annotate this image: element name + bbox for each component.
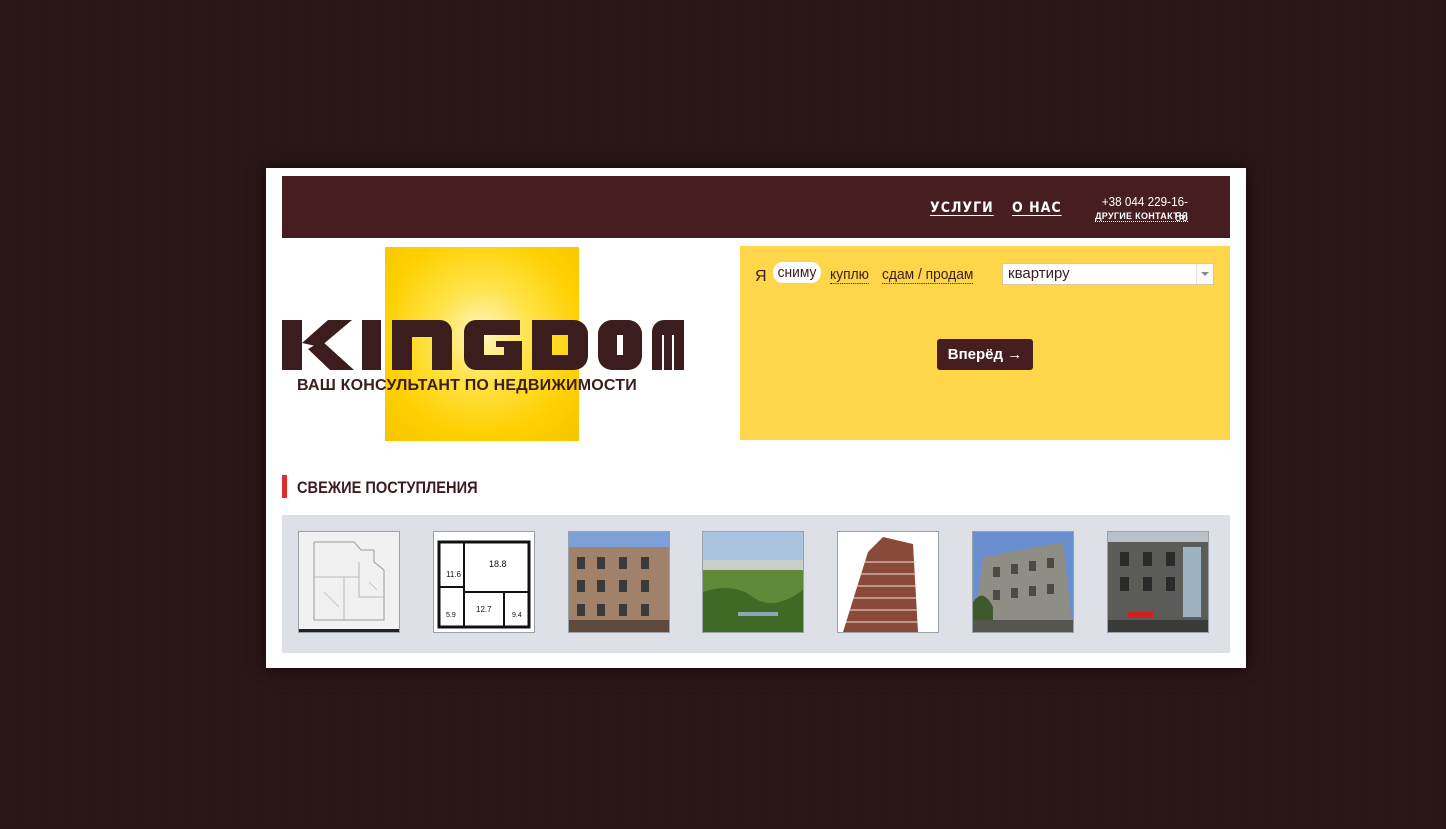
header-bar: УСЛУГИ О НАС +38 044 229-16-86 ДРУГИЕ КО… (282, 176, 1230, 238)
option-rent-label: сниму (777, 264, 817, 281)
listing-thumb-5[interactable] (837, 531, 939, 633)
option-rent[interactable]: сниму (773, 262, 821, 283)
listing-thumb-3[interactable] (568, 531, 670, 633)
listing-thumb-6[interactable] (972, 531, 1074, 633)
option-buy[interactable]: куплю (830, 266, 869, 284)
fresh-listings-heading: СВЕЖИЕ ПОСТУПЛЕНИЯ (282, 475, 507, 498)
floor-plan-image (299, 532, 399, 632)
option-rent-out-sell[interactable]: сдам / продам (882, 266, 974, 284)
nav-services-link[interactable]: УСЛУГИ (930, 200, 994, 216)
listing-thumb-4[interactable] (702, 531, 804, 633)
page-container: УСЛУГИ О НАС +38 044 229-16-86 ДРУГИЕ КО… (266, 168, 1246, 668)
search-submit-button[interactable]: Вперёд → (937, 339, 1033, 370)
nav-about-link[interactable]: О НАС (1012, 200, 1062, 216)
fresh-listings-gallery: 18.8 11.6 12.7 5.9 9.4 (282, 515, 1230, 653)
option-rent-out-sell-label: сдам / продам (882, 266, 974, 284)
search-panel: Я сниму куплю сдам / продам квартиру Впе… (740, 246, 1230, 440)
building-photo (569, 532, 669, 632)
other-contacts-link[interactable]: ДРУГИЕ КОНТАКТЫ (1082, 211, 1188, 222)
site-logo[interactable]: ВАШ КОНСУЛЬТАНТ ПО НЕДВИЖИМОСТИ (282, 247, 684, 441)
building-photo (1108, 532, 1208, 632)
chevron-down-icon (1196, 264, 1213, 284)
building-photo (973, 532, 1073, 632)
property-type-value: квартиру (1008, 265, 1070, 282)
svg-text:11.6: 11.6 (446, 570, 462, 579)
svg-text:5.9: 5.9 (446, 612, 456, 619)
svg-text:9.4: 9.4 (512, 612, 522, 619)
other-contacts-label: ДРУГИЕ КОНТАКТЫ (1095, 211, 1188, 222)
property-type-select[interactable]: квартиру (1002, 263, 1214, 285)
listing-thumb-7[interactable] (1107, 531, 1209, 633)
highrise-photo (838, 532, 938, 632)
fresh-listings-title: СВЕЖИЕ ПОСТУПЛЕНИЯ (297, 478, 478, 497)
logo-wordmark (282, 320, 684, 370)
logo-tagline: ВАШ КОНСУЛЬТАНТ ПО НЕДВИЖИМОСТИ (297, 377, 637, 394)
city-view-photo (703, 532, 803, 632)
floor-plan-image: 18.8 11.6 12.7 5.9 9.4 (434, 532, 534, 632)
option-buy-label: куплю (830, 266, 869, 284)
listing-thumb-1[interactable] (298, 531, 400, 633)
svg-text:18.8: 18.8 (489, 559, 507, 569)
listing-thumb-2[interactable]: 18.8 11.6 12.7 5.9 9.4 (433, 531, 535, 633)
svg-text:12.7: 12.7 (476, 605, 492, 614)
search-prefix: Я (755, 268, 767, 285)
